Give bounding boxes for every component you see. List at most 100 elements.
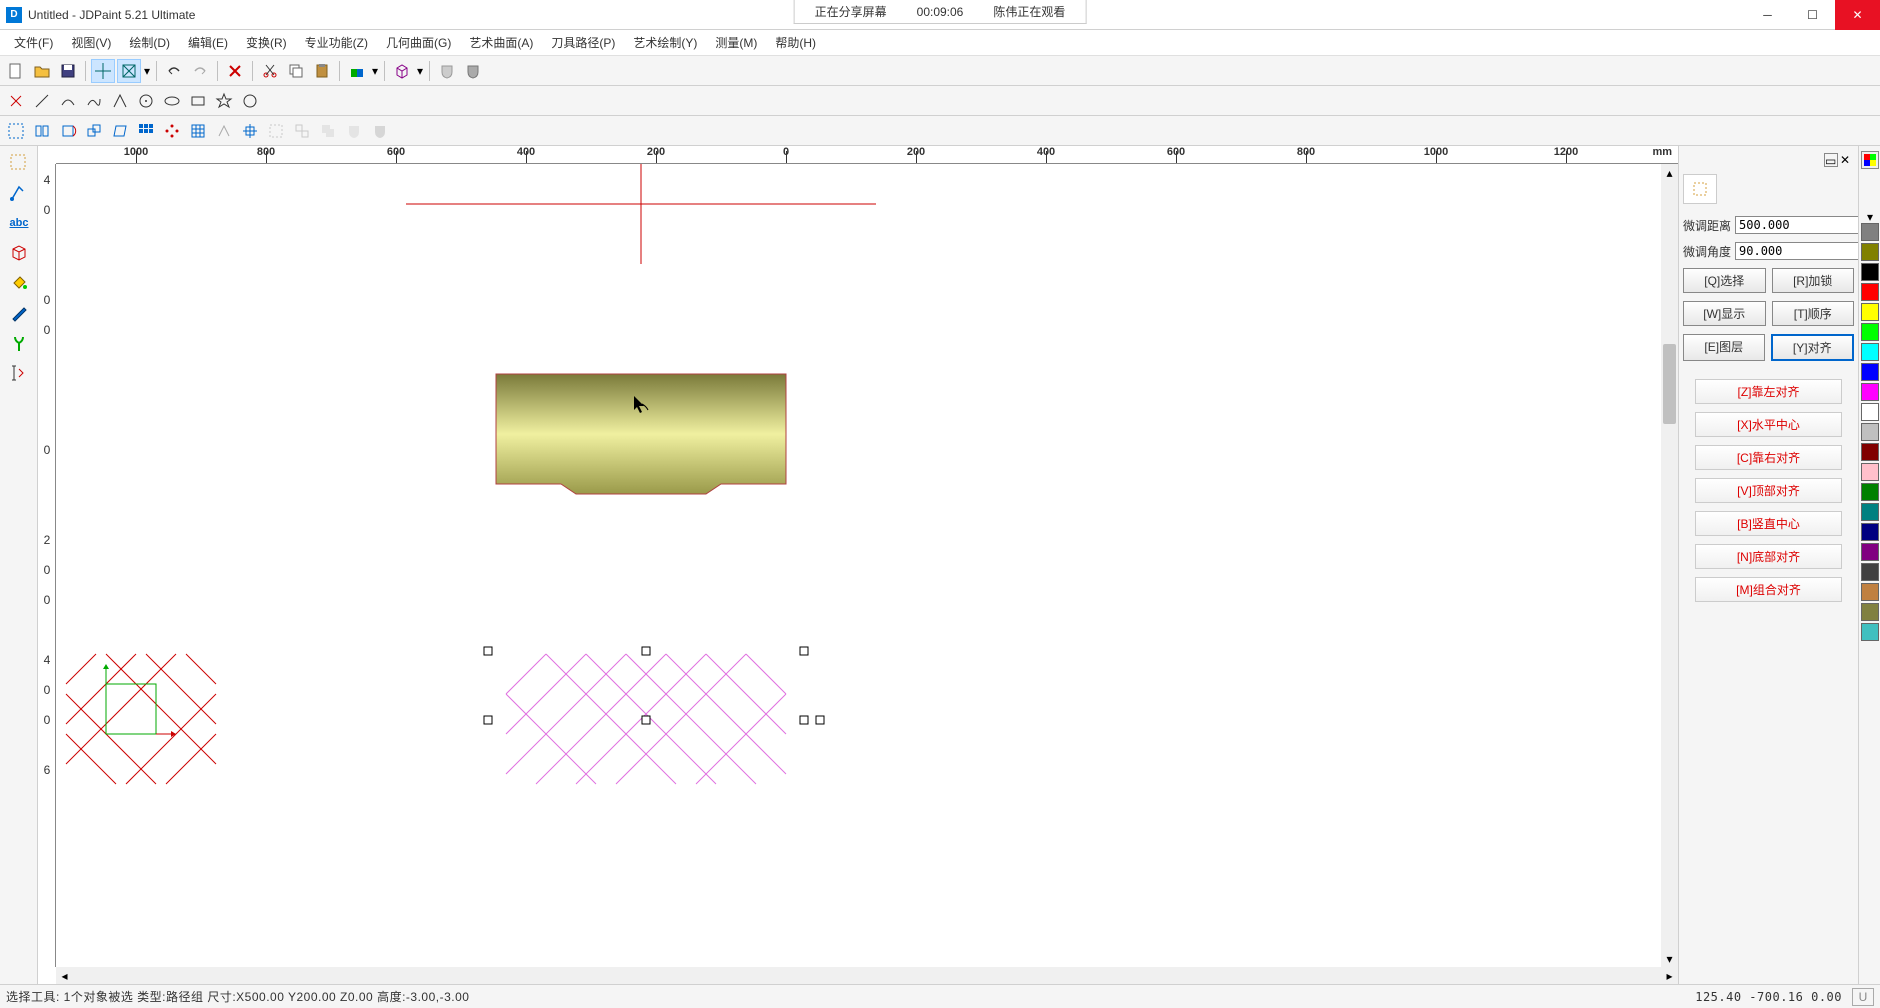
shield2-button[interactable]: [461, 59, 485, 83]
color-swatch[interactable]: [1861, 563, 1879, 581]
color-swatch[interactable]: [1861, 443, 1879, 461]
menu-help[interactable]: 帮助(H): [767, 31, 824, 54]
align-right-button[interactable]: [C]靠右对齐: [1695, 445, 1842, 470]
skew-button[interactable]: [108, 119, 132, 143]
color-swatch[interactable]: [1861, 303, 1879, 321]
scroll-thumb-v[interactable]: [1663, 344, 1676, 424]
brush-tool[interactable]: [2, 299, 36, 327]
canvas-viewport[interactable]: ▴ ▾: [56, 164, 1678, 967]
align-bottom-button[interactable]: [N]底部对齐: [1695, 544, 1842, 569]
curve-tool[interactable]: [82, 89, 106, 113]
select-tool[interactable]: [2, 149, 36, 177]
menu-view[interactable]: 视图(V): [63, 31, 119, 54]
shield1-button[interactable]: [435, 59, 459, 83]
text-tool[interactable]: abc: [2, 209, 36, 237]
arc-tool[interactable]: [56, 89, 80, 113]
align-top-button[interactable]: [V]顶部对齐: [1695, 478, 1842, 503]
color-swatch[interactable]: [1861, 263, 1879, 281]
color-swatch[interactable]: [1861, 243, 1879, 261]
star-tool[interactable]: [212, 89, 236, 113]
scrollbar-horizontal[interactable]: ◂ ▸: [56, 967, 1678, 984]
crosshair-button[interactable]: [91, 59, 115, 83]
menu-draw[interactable]: 绘制(D): [121, 31, 178, 54]
plant-tool[interactable]: [2, 329, 36, 357]
w-show-button[interactable]: [W]显示: [1683, 301, 1766, 326]
dropdown-arrow-icon[interactable]: ▾: [416, 64, 424, 78]
bbox-button[interactable]: [117, 59, 141, 83]
circle-tool[interactable]: [134, 89, 158, 113]
color-swatch[interactable]: [1861, 603, 1879, 621]
select-all-button[interactable]: [4, 119, 28, 143]
cube-tool-button[interactable]: [390, 59, 414, 83]
grid-button[interactable]: [186, 119, 210, 143]
color-swatch[interactable]: [1861, 503, 1879, 521]
undo-button[interactable]: [162, 59, 186, 83]
menu-artdraw[interactable]: 艺术绘制(Y): [625, 31, 705, 54]
e-layer-button[interactable]: [E]图层: [1683, 334, 1765, 361]
shield3-button[interactable]: [342, 119, 366, 143]
copy-button[interactable]: [284, 59, 308, 83]
point-tool[interactable]: [4, 89, 28, 113]
ellipse-tool[interactable]: [160, 89, 184, 113]
align-left-button[interactable]: [Z]靠左对齐: [1695, 379, 1842, 404]
menu-edit[interactable]: 编辑(E): [180, 31, 236, 54]
maximize-button[interactable]: ☐: [1790, 0, 1835, 30]
color-swatch[interactable]: [1861, 423, 1879, 441]
ungroup-button[interactable]: [290, 119, 314, 143]
align-group-button[interactable]: [M]组合对齐: [1695, 577, 1842, 602]
scroll-down-icon[interactable]: ▾: [1661, 950, 1678, 967]
scrollbar-vertical[interactable]: ▴ ▾: [1661, 164, 1678, 967]
panel-tab-icon[interactable]: [1683, 174, 1717, 204]
menu-toolpath[interactable]: 刀具路径(P): [543, 31, 623, 54]
scroll-up-icon[interactable]: ▴: [1661, 164, 1678, 181]
color-swatch[interactable]: [1861, 283, 1879, 301]
scale-button[interactable]: [82, 119, 106, 143]
drawing-canvas[interactable]: [56, 164, 1356, 784]
menu-pro[interactable]: 专业功能(Z): [297, 31, 376, 54]
align-vcenter-button[interactable]: [B]竖直中心: [1695, 511, 1842, 536]
menu-geosurf[interactable]: 几何曲面(G): [378, 31, 459, 54]
redo-button[interactable]: [188, 59, 212, 83]
circular-array-button[interactable]: [160, 119, 184, 143]
group-button[interactable]: [264, 119, 288, 143]
color-swatch[interactable]: [1861, 343, 1879, 361]
panel-max-icon[interactable]: ▭: [1824, 153, 1838, 167]
color-swatch[interactable]: [1861, 463, 1879, 481]
r-lock-button[interactable]: [R]加锁: [1772, 268, 1855, 293]
scroll-left-icon[interactable]: ◂: [56, 967, 73, 984]
color-config-icon[interactable]: [1861, 151, 1879, 169]
align-hcenter-button[interactable]: [X]水平中心: [1695, 412, 1842, 437]
rotate-button[interactable]: [56, 119, 80, 143]
color-swatch[interactable]: [1861, 363, 1879, 381]
menu-measure[interactable]: 测量(M): [707, 31, 765, 54]
color-swatch[interactable]: [1861, 403, 1879, 421]
polyline-tool[interactable]: [108, 89, 132, 113]
line-tool[interactable]: [30, 89, 54, 113]
align-button[interactable]: [238, 119, 262, 143]
dropdown-arrow-icon[interactable]: ▾: [143, 64, 151, 78]
close-button[interactable]: ✕: [1835, 0, 1880, 30]
array-button[interactable]: [134, 119, 158, 143]
menu-artsurf[interactable]: 艺术曲面(A): [461, 31, 541, 54]
new-button[interactable]: [4, 59, 28, 83]
status-u-box[interactable]: U: [1852, 988, 1874, 1006]
shield4-button[interactable]: [368, 119, 392, 143]
rect-tool[interactable]: [186, 89, 210, 113]
color-swatch[interactable]: [1861, 543, 1879, 561]
save-button[interactable]: [56, 59, 80, 83]
fill-tool-button[interactable]: [345, 59, 369, 83]
y-align-button[interactable]: [Y]对齐: [1771, 334, 1855, 361]
color-swatch[interactable]: [1861, 323, 1879, 341]
cut-button[interactable]: [258, 59, 282, 83]
color-swatch[interactable]: [1861, 583, 1879, 601]
color-swatch[interactable]: [1861, 523, 1879, 541]
color-swatch[interactable]: [1861, 483, 1879, 501]
menu-transform[interactable]: 变换(R): [238, 31, 295, 54]
menu-file[interactable]: 文件(F): [6, 31, 61, 54]
color-swatch[interactable]: [1861, 383, 1879, 401]
q-select-button[interactable]: [Q]选择: [1683, 268, 1766, 293]
3d-tool[interactable]: [2, 239, 36, 267]
color-dropdown-icon[interactable]: ▾: [1861, 210, 1879, 222]
open-button[interactable]: [30, 59, 54, 83]
delete-button[interactable]: [223, 59, 247, 83]
